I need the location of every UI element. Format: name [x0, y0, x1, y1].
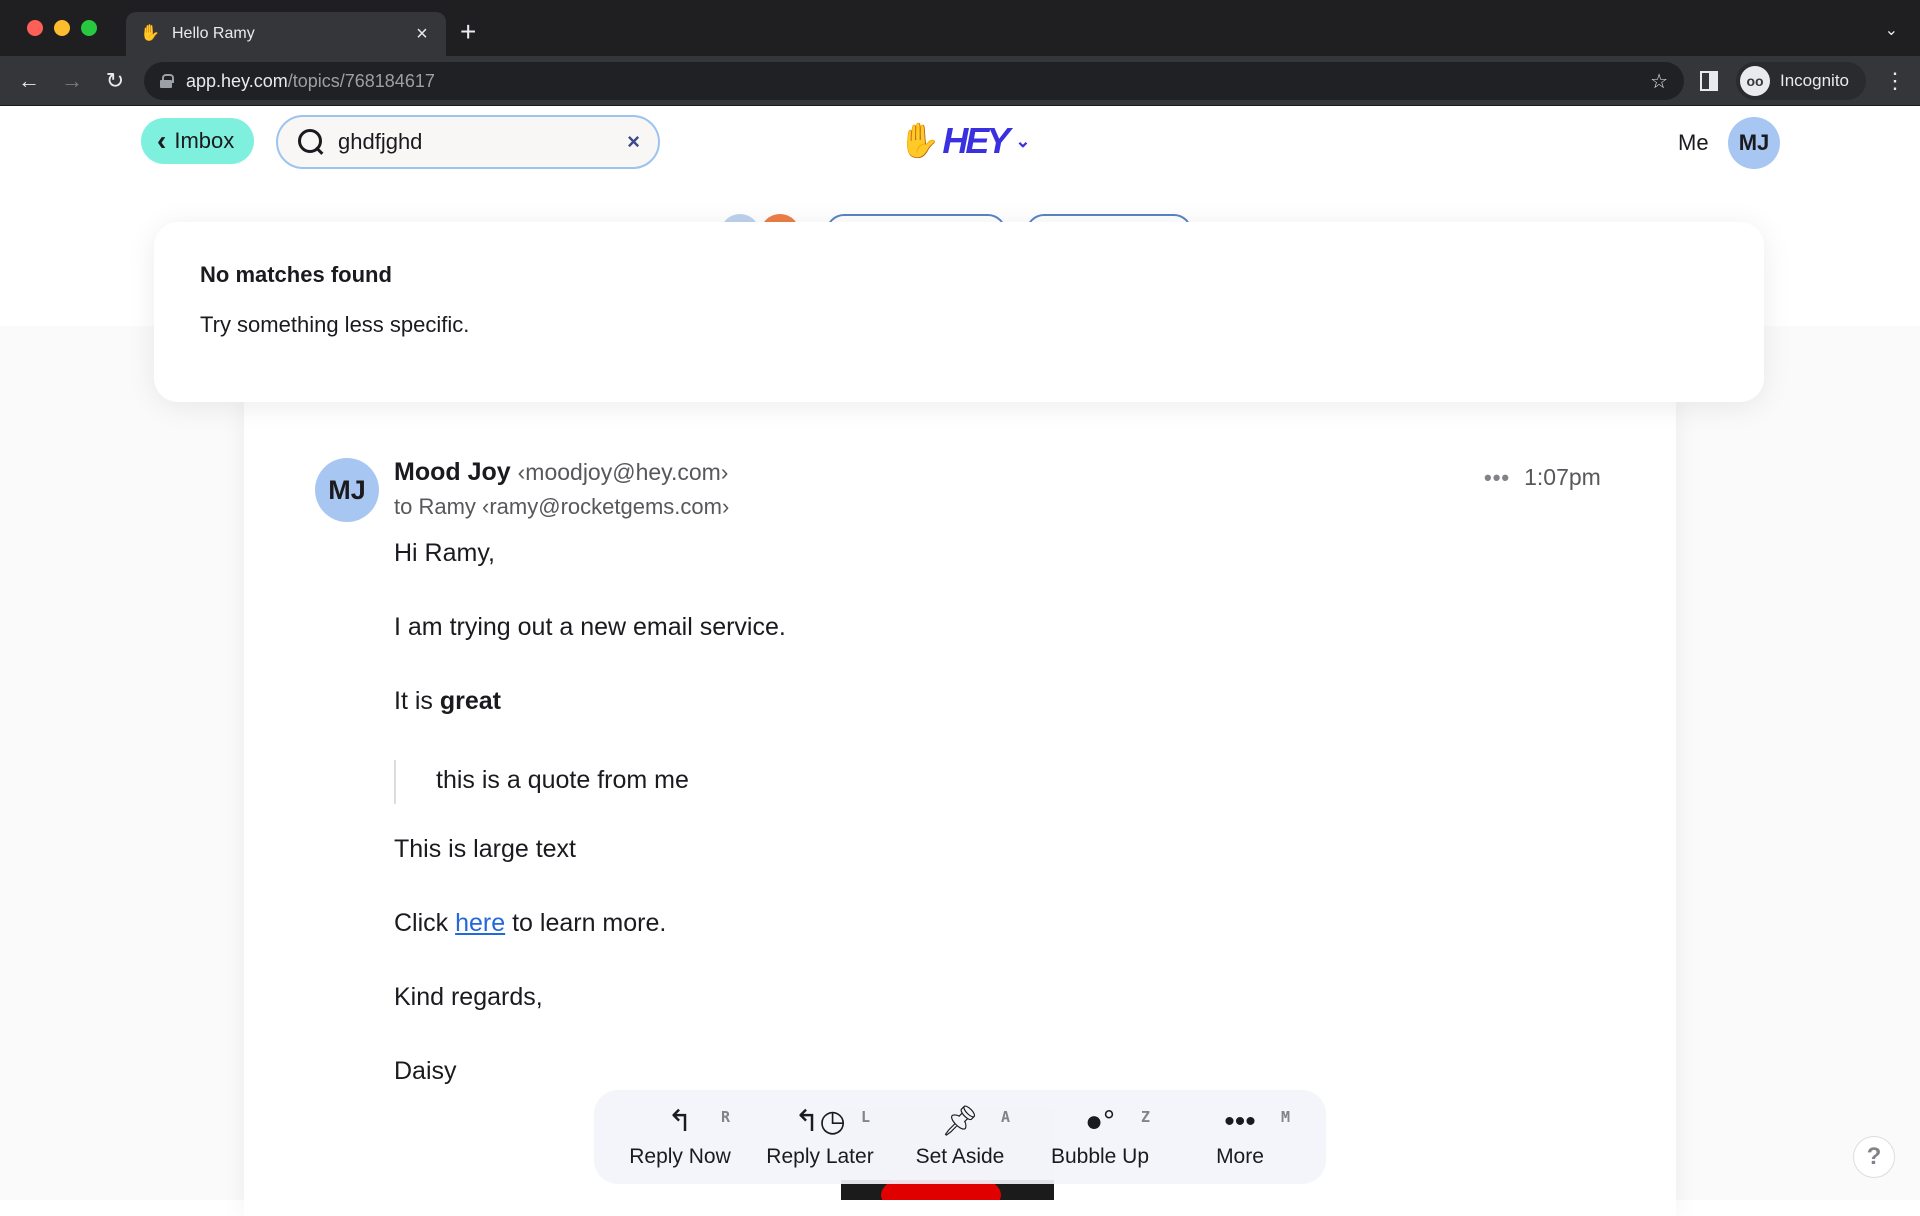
email-from: Mood Joy ‹moodjoy@hey.com›	[394, 458, 728, 487]
body-bold-text: great	[439, 687, 501, 715]
search-icon	[296, 127, 326, 157]
more-icon: •••	[1224, 1105, 1256, 1138]
body-text: to learn more.	[505, 909, 667, 937]
forward-arrow-icon[interactable]: →	[59, 68, 85, 94]
reply-later-icon: ↰◷	[794, 1105, 846, 1138]
help-button[interactable]: ?	[1853, 1136, 1895, 1178]
reply-icon: ↰	[667, 1105, 693, 1138]
sender-name[interactable]: Mood Joy	[394, 458, 511, 486]
window-close-button[interactable]	[27, 20, 43, 36]
more-button[interactable]: ••• More M	[1170, 1090, 1310, 1184]
side-panel-icon[interactable]	[1700, 71, 1718, 91]
body-signoff: Kind regards,	[394, 983, 543, 1011]
clear-search-icon[interactable]: ×	[627, 129, 640, 155]
window-maximize-button[interactable]	[81, 20, 97, 36]
close-tab-icon[interactable]: ×	[412, 23, 432, 46]
lock-icon	[160, 74, 174, 88]
browser-toolbar: ← → ↻ app.hey.com/topics/768184617 ☆ oo …	[0, 56, 1920, 106]
url-path: /topics/768184617	[287, 70, 435, 91]
profile-label: Incognito	[1780, 71, 1849, 90]
action-label: Reply Later	[766, 1145, 874, 1168]
hey-hand-icon: ✋	[140, 25, 160, 42]
search-box: ×	[276, 115, 660, 169]
search-input[interactable]	[338, 129, 628, 155]
reply-later-button[interactable]: ↰◷ Reply Later L	[750, 1090, 890, 1184]
body-greeting: Hi Ramy,	[394, 539, 495, 567]
back-arrow-icon[interactable]: ←	[16, 68, 42, 94]
bubbles-icon: ●°	[1084, 1105, 1116, 1138]
body-text: Click	[394, 909, 456, 937]
hey-page: ‹ Imbox × ✋ HEY ⌄ Me MJ No matches found…	[0, 106, 1920, 1216]
email-options-icon[interactable]: •••	[1484, 465, 1510, 491]
incognito-icon: oo	[1740, 66, 1770, 96]
browser-tab-strip: ✋ Hello Ramy × + ⌄	[0, 0, 1920, 56]
action-bar: ↰ Reply Now R ↰◷ Reply Later L 📌︎ Set As…	[594, 1090, 1326, 1184]
set-aside-button[interactable]: 📌︎ Set Aside A	[890, 1090, 1030, 1184]
body-blockquote: this is a quote from me	[394, 760, 1594, 804]
shortcut-key: M	[1280, 1108, 1290, 1126]
pin-icon: 📌︎	[940, 1105, 980, 1138]
action-label: Reply Now	[629, 1145, 731, 1168]
body-line: This is large text	[394, 835, 577, 863]
me-link[interactable]: Me	[1678, 130, 1709, 156]
back-to-imbox-button[interactable]: ‹ Imbox	[141, 118, 255, 164]
account-avatar[interactable]: MJ	[1728, 117, 1780, 169]
browser-tab[interactable]: ✋ Hello Ramy ×	[126, 12, 446, 56]
shortcut-key: Z	[1140, 1108, 1150, 1126]
action-label: Bubble Up	[1050, 1145, 1150, 1168]
bubble-up-button[interactable]: ●° Bubble Up Z	[1030, 1090, 1170, 1184]
shortcut-key: A	[1000, 1108, 1010, 1126]
sender-avatar[interactable]: MJ	[315, 458, 379, 522]
body-line: Click here to learn more.	[394, 908, 1594, 982]
address-bar[interactable]: app.hey.com/topics/768184617 ☆	[144, 62, 1684, 100]
new-tab-button[interactable]: +	[460, 18, 476, 46]
shortcut-key: L	[860, 1108, 870, 1126]
url-host: app.hey.com	[186, 70, 288, 91]
tab-title: Hello Ramy	[172, 25, 255, 42]
search-results-popover: No matches found Try something less spec…	[154, 222, 1764, 402]
email-meta: ••• 1:07pm	[1484, 464, 1601, 491]
body-line: It is great	[394, 686, 1594, 760]
reload-icon[interactable]: ↻	[102, 68, 128, 94]
chevron-down-icon: ⌄	[1015, 130, 1031, 151]
action-label: Set Aside	[915, 1145, 1005, 1168]
body-link[interactable]: here	[455, 909, 505, 937]
reply-now-button[interactable]: ↰ Reply Now R	[610, 1090, 750, 1184]
tab-search-chevron-icon[interactable]: ⌄	[1885, 20, 1898, 40]
browser-menu-icon[interactable]: ⋮	[1884, 68, 1906, 94]
shortcut-key: R	[720, 1108, 730, 1126]
email-recipient: to Ramy ‹ramy@rocketgems.com›	[394, 494, 730, 519]
imbox-label: Imbox	[174, 128, 235, 153]
hey-menu-button[interactable]: ✋ HEY ⌄	[898, 118, 1030, 164]
sender-email: ‹moodjoy@hey.com›	[517, 459, 729, 485]
chevron-left-icon: ‹	[157, 125, 167, 156]
no-results-title: No matches found	[200, 262, 392, 287]
window-minimize-button[interactable]	[54, 20, 70, 36]
body-text: It is	[394, 687, 440, 715]
bookmark-star-icon[interactable]: ☆	[1650, 69, 1668, 94]
email-time: 1:07pm	[1524, 464, 1601, 490]
profile-incognito-button[interactable]: oo Incognito	[1736, 62, 1866, 100]
no-results-message: Try something less specific.	[200, 312, 470, 337]
body-line: I am trying out a new email service.	[394, 613, 786, 641]
email-body: Hi Ramy, I am trying out a new email ser…	[394, 538, 1594, 1130]
action-label: More	[1216, 1145, 1264, 1168]
hey-logo-text: HEY	[942, 120, 1010, 161]
hey-hand-icon: ✋	[898, 122, 941, 160]
